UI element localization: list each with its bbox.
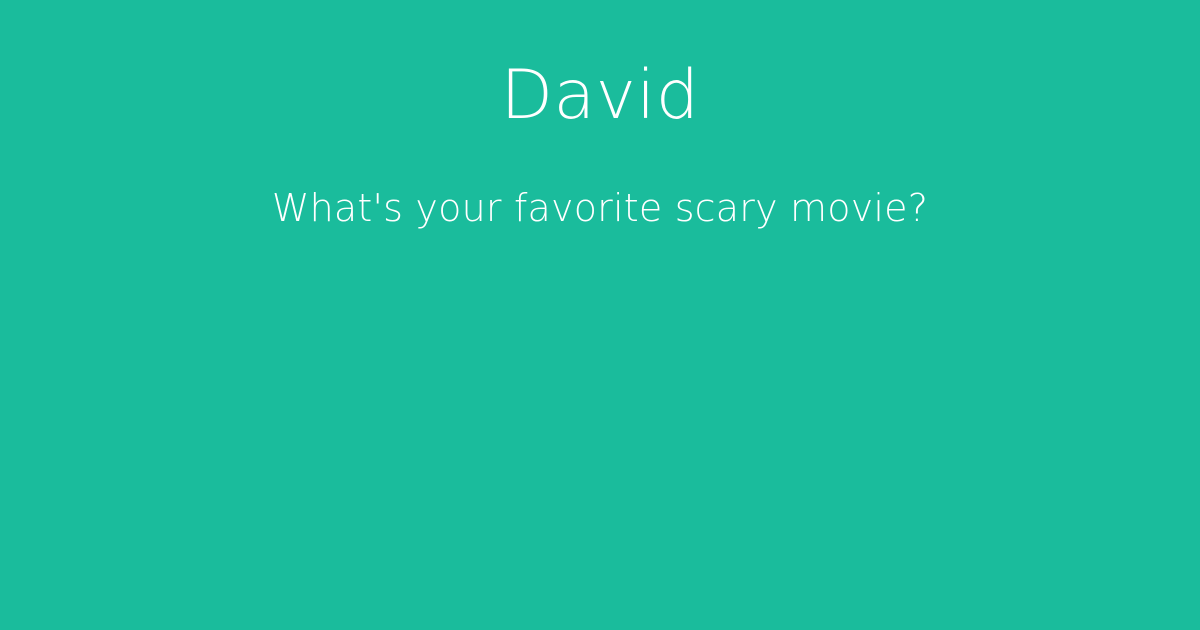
person-name: David <box>500 56 700 135</box>
question-text: What's your favorite scary movie? <box>271 186 929 230</box>
share-card: David What's your favorite scary movie? <box>0 0 1200 630</box>
